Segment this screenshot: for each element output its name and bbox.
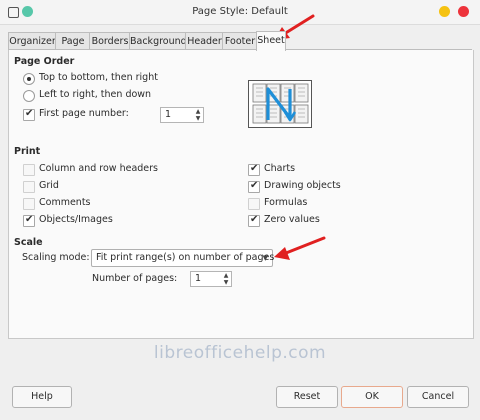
- first-page-number-value[interactable]: 1: [165, 108, 171, 122]
- drawing-objects-checkbox[interactable]: ✔: [248, 180, 260, 193]
- help-button[interactable]: Help: [12, 386, 72, 408]
- spin-up-icon[interactable]: ▲: [222, 272, 230, 279]
- minimize-button[interactable]: [439, 6, 450, 17]
- tab-page[interactable]: Page: [55, 32, 91, 50]
- zero-values-label: Zero values: [264, 214, 320, 225]
- tab-sheet[interactable]: Sheet: [256, 31, 286, 51]
- zero-values-checkbox[interactable]: ✔: [248, 214, 260, 227]
- objects-images-checkbox[interactable]: ✔: [23, 214, 35, 227]
- first-page-number-spinner[interactable]: 1 ▲ ▼: [160, 107, 204, 123]
- scaling-mode-label: Scaling mode:: [22, 252, 90, 263]
- comments-label: Comments: [39, 197, 91, 208]
- spin-down-icon[interactable]: ▼: [222, 279, 230, 286]
- left-to-right-label[interactable]: Left to right, then down: [39, 89, 151, 100]
- column-row-headers-label: Column and row headers: [39, 163, 159, 174]
- tab-footer[interactable]: Footer: [222, 32, 258, 50]
- charts-checkbox[interactable]: ✔: [248, 163, 260, 176]
- tab-borders[interactable]: Borders: [89, 32, 131, 50]
- checkmark-icon: ✔: [250, 163, 259, 174]
- first-page-number-label: First page number:: [39, 108, 129, 119]
- page-order-preview-image: [248, 80, 312, 128]
- chevron-down-icon: ▼: [262, 254, 268, 262]
- checkmark-icon: ✔: [25, 214, 34, 225]
- page-order-preview: [248, 80, 312, 128]
- formulas-label: Formulas: [264, 197, 308, 208]
- tab-background[interactable]: Background: [129, 32, 187, 50]
- checkmark-icon: ✔: [250, 180, 259, 191]
- print-heading: Print: [14, 146, 41, 157]
- drawing-objects-label: Drawing objects: [264, 180, 341, 191]
- close-button[interactable]: [458, 6, 469, 17]
- grid-label: Grid: [39, 180, 59, 191]
- number-of-pages-label: Number of pages:: [92, 273, 178, 284]
- top-to-bottom-radio[interactable]: [23, 73, 35, 85]
- top-to-bottom-label[interactable]: Top to bottom, then right: [39, 72, 158, 83]
- reset-button[interactable]: Reset: [276, 386, 338, 408]
- scaling-mode-value: Fit print range(s) on number of pages: [96, 252, 275, 263]
- charts-label: Charts: [264, 163, 296, 174]
- left-to-right-radio[interactable]: [23, 90, 35, 102]
- number-of-pages-spinner[interactable]: 1 ▲ ▼: [190, 271, 232, 287]
- grid-checkbox[interactable]: [23, 181, 35, 193]
- scale-heading: Scale: [14, 237, 43, 248]
- scaling-mode-dropdown[interactable]: Fit print range(s) on number of pages ▼: [91, 249, 275, 267]
- first-page-number-checkbox[interactable]: ✔: [23, 108, 35, 121]
- spin-down-icon[interactable]: ▼: [194, 115, 202, 122]
- checkmark-icon: ✔: [25, 108, 34, 119]
- watermark-text: libreofficehelp.com: [153, 343, 327, 363]
- scaling-mode-arrow-icon: [274, 236, 326, 260]
- number-of-pages-value[interactable]: 1: [195, 272, 201, 286]
- column-row-headers-checkbox[interactable]: [23, 164, 35, 176]
- spin-up-icon[interactable]: ▲: [194, 108, 202, 115]
- formulas-checkbox[interactable]: [248, 198, 260, 210]
- page-style-dialog: Page Style: Default Organizer Page Borde…: [0, 0, 480, 420]
- checkmark-icon: ✔: [250, 214, 259, 225]
- page-order-heading: Page Order: [14, 56, 75, 67]
- ok-button[interactable]: OK: [341, 386, 403, 408]
- window-title: Page Style: Default: [192, 6, 288, 17]
- tab-organizer[interactable]: Organizer: [8, 32, 57, 50]
- comments-checkbox[interactable]: [23, 198, 35, 210]
- cancel-button[interactable]: Cancel: [407, 386, 469, 408]
- objects-images-label: Objects/Images: [39, 214, 113, 225]
- tab-header[interactable]: Header: [185, 32, 224, 50]
